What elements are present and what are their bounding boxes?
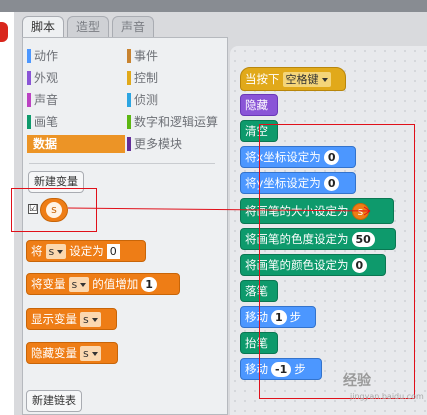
- annotation-line: [67, 207, 371, 212]
- annotation-arrow: [67, 206, 371, 216]
- watermark-logo: 经验: [343, 373, 371, 389]
- watermark-url: jingyan.baidu.com: [350, 392, 424, 401]
- annotation-arrowhead: [363, 210, 371, 216]
- annotation-arrowhead: [363, 206, 371, 212]
